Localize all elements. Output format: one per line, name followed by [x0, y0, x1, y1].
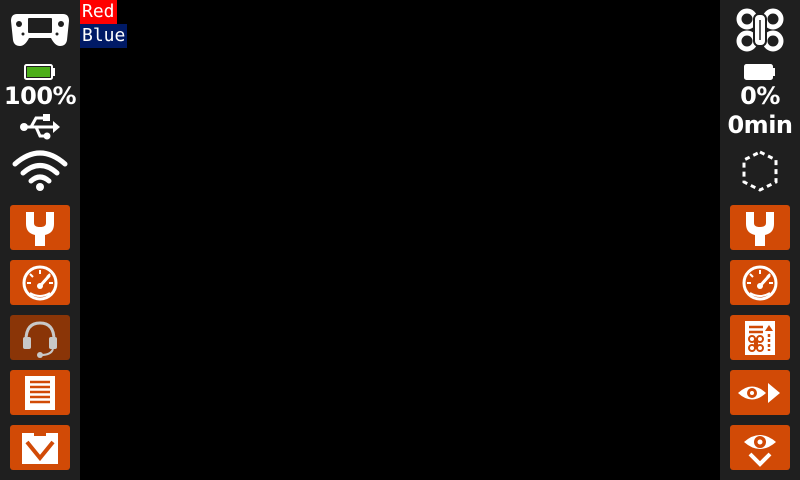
document-icon: [25, 375, 55, 410]
flight-time: 0min: [727, 111, 793, 139]
wrench-icon: [26, 211, 54, 246]
headset-button[interactable]: [10, 315, 70, 360]
controller-setup-button[interactable]: [10, 205, 70, 250]
drone-icon: [720, 8, 800, 52]
controller-log-button[interactable]: [10, 370, 70, 415]
hexagon-dashed-icon: [720, 150, 800, 192]
left-sidebar: 100%: [0, 0, 80, 480]
eye-download-icon: [744, 434, 776, 467]
red-team-label: Red: [80, 0, 117, 24]
eye-forward-icon: [738, 382, 780, 403]
battery-icon: [720, 64, 800, 80]
wrench-icon: [746, 211, 774, 246]
download-button[interactable]: [10, 425, 70, 470]
vehicle-battery-percent: 0%: [740, 82, 780, 110]
usb-icon: [0, 113, 80, 141]
headset-icon: [23, 320, 57, 358]
eye-forward-button[interactable]: [730, 370, 790, 415]
battery-icon: [0, 64, 80, 80]
download-icon: [22, 432, 58, 464]
controller-calibration-button[interactable]: [10, 260, 70, 305]
vehicle-setup-button[interactable]: [730, 205, 790, 250]
eye-download-button[interactable]: [730, 425, 790, 470]
speedometer-icon: [22, 265, 58, 300]
wifi-icon: [0, 148, 80, 192]
drone-log-icon: [745, 320, 775, 355]
game-controller-icon: [0, 8, 80, 48]
blue-team-label: Blue: [80, 24, 128, 48]
vehicle-log-button[interactable]: [730, 315, 790, 360]
controller-battery-percent: 100%: [3, 82, 77, 110]
speedometer-icon: [742, 265, 778, 300]
vehicle-calibration-button[interactable]: [730, 260, 790, 305]
right-sidebar: 0% 0min: [720, 0, 800, 480]
